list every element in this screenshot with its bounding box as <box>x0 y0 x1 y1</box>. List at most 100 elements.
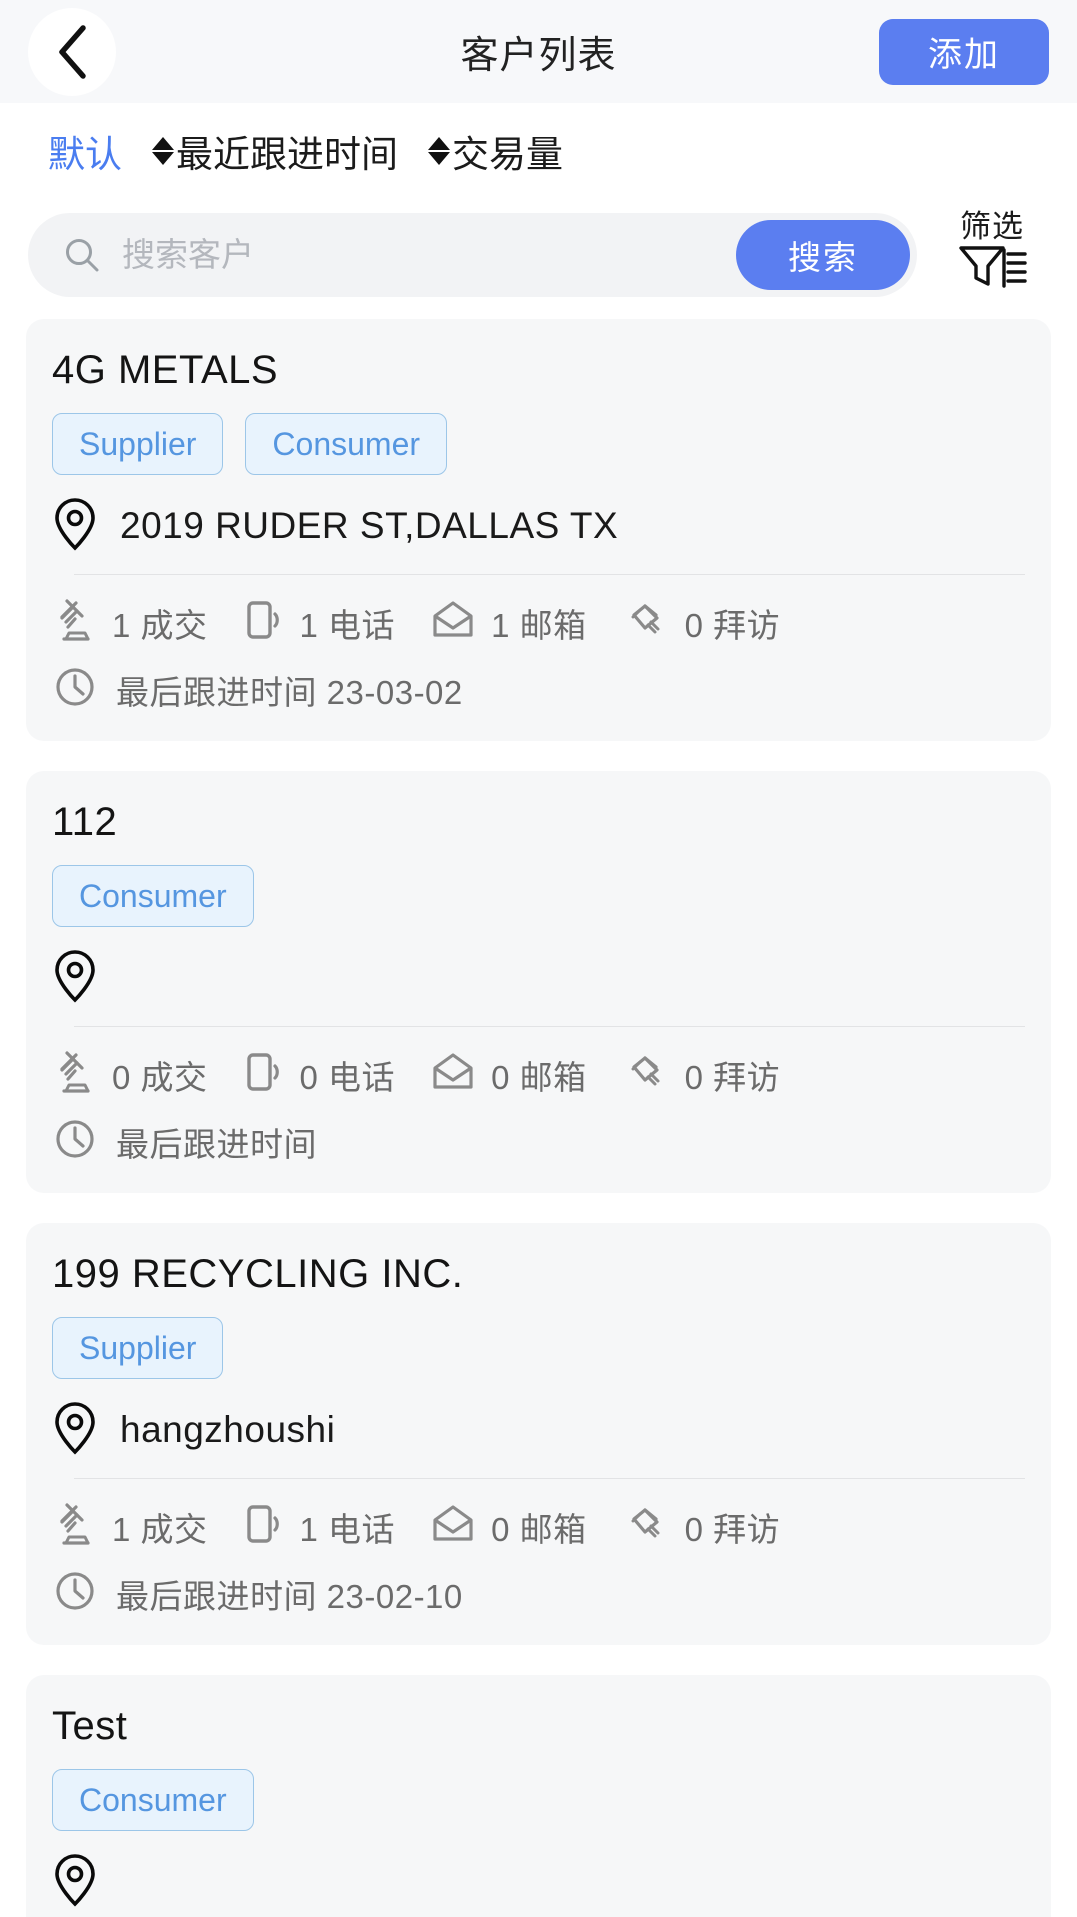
funnel-icon <box>956 240 1028 297</box>
customer-card[interactable]: 4G METALS Supplier Consumer 2019 RUDER S… <box>26 319 1051 741</box>
search-icon <box>62 235 102 275</box>
sort-arrows-icon <box>152 137 174 165</box>
stat-deal-text: 0 成交 <box>112 1058 208 1096</box>
stat-phone: 0 电话 <box>242 1049 396 1100</box>
stat-deal: 0 成交 <box>52 1049 208 1100</box>
customer-card[interactable]: 112 Consumer 0 成交 0 电话 0 邮箱 0 拜访 最后跟进时间 <box>26 771 1051 1193</box>
stat-visit-text: 0 拜访 <box>684 1510 781 1548</box>
search-submit-button[interactable]: 搜索 <box>736 220 910 290</box>
tag-row: Consumer <box>52 1769 1025 1831</box>
tag-row: Supplier <box>52 1317 1025 1379</box>
address-row: 2019 RUDER ST,DALLAS TX <box>52 497 1025 564</box>
customer-tag: Supplier <box>52 413 224 475</box>
stat-visit: 0 拜访 <box>621 1502 781 1551</box>
back-button[interactable] <box>28 7 116 96</box>
customer-tag: Consumer <box>245 413 448 475</box>
phone-icon <box>242 1501 286 1552</box>
stat-visit-text: 0 拜访 <box>684 1058 781 1096</box>
handshake-icon <box>621 1502 671 1551</box>
stat-deal-text: 1 成交 <box>112 1510 208 1548</box>
followup-row: 最后跟进时间 23-03-02 <box>52 654 1025 715</box>
stat-visit-text: 0 拜访 <box>684 606 781 644</box>
customer-address: 2019 RUDER ST,DALLAS TX <box>120 505 619 547</box>
sort-tab-recent-followup[interactable]: 最近跟进时间 <box>152 124 398 178</box>
customer-list-screen: 客户列表 添加 默认 最近跟进时间 交易量 搜索客户 搜索 筛选 4G META… <box>0 0 1077 1917</box>
sort-tab-transaction-volume[interactable]: 交易量 <box>428 124 563 178</box>
customer-tag: Consumer <box>52 1769 254 1831</box>
stat-visit: 0 拜访 <box>621 1050 781 1099</box>
stat-phone-text: 1 电话 <box>299 606 396 644</box>
tag-row: Consumer <box>52 865 1025 927</box>
customer-name: Test <box>52 1704 128 1748</box>
gavel-icon <box>52 1049 98 1100</box>
sort-tab-default-label: 默认 <box>48 134 122 175</box>
sort-arrows-icon <box>428 137 450 165</box>
gavel-icon <box>52 1501 98 1552</box>
customer-name: 199 RECYCLING INC. <box>52 1252 464 1296</box>
stat-email: 0 邮箱 <box>429 1051 587 1099</box>
location-pin-icon <box>52 1401 98 1460</box>
stat-email: 1 邮箱 <box>429 599 587 647</box>
stat-phone: 1 电话 <box>242 1501 396 1552</box>
tag-row: Supplier Consumer <box>52 413 1025 475</box>
stat-phone-text: 1 电话 <box>299 1510 396 1548</box>
address-row <box>52 949 1025 1016</box>
clock-icon <box>52 664 98 715</box>
envelope-icon <box>429 1051 477 1098</box>
stat-email-text: 0 邮箱 <box>491 1510 587 1548</box>
navigation-bar: 客户列表 添加 <box>0 0 1077 103</box>
divider <box>74 574 1025 575</box>
gavel-icon <box>52 597 98 648</box>
stat-email: 0 邮箱 <box>429 1503 587 1551</box>
customer-name: 4G METALS <box>52 348 279 392</box>
clock-icon <box>52 1116 98 1167</box>
location-pin-icon <box>52 1853 98 1912</box>
stats-row: 0 成交 0 电话 0 邮箱 0 拜访 <box>52 1041 1025 1106</box>
stat-email-text: 1 邮箱 <box>491 606 587 644</box>
customer-tag: Consumer <box>52 865 254 927</box>
divider <box>74 1026 1025 1027</box>
stats-row: 1 成交 1 电话 <box>52 1493 1025 1558</box>
divider <box>74 1478 1025 1479</box>
sort-tab-transaction-volume-label: 交易量 <box>452 134 563 175</box>
customer-card[interactable]: Test Consumer <box>26 1675 1051 1917</box>
handshake-icon <box>621 1050 671 1099</box>
filter-button[interactable]: 筛选 <box>933 211 1051 299</box>
followup-text: 最后跟进时间 <box>116 1125 317 1163</box>
stats-row: 1 成交 1 电话 <box>52 589 1025 654</box>
stat-visit: 0 拜访 <box>621 598 781 647</box>
followup-text: 最后跟进时间 23-03-02 <box>116 673 463 711</box>
chevron-left-icon <box>55 24 89 80</box>
address-row <box>52 1853 1025 1917</box>
sort-bar: 默认 最近跟进时间 交易量 <box>0 103 1077 199</box>
followup-text: 最后跟进时间 23-02-10 <box>116 1577 463 1615</box>
search-box[interactable]: 搜索 <box>28 213 917 297</box>
sort-tab-default[interactable]: 默认 <box>48 124 122 178</box>
address-row: hangzhoushi <box>52 1401 1025 1468</box>
location-pin-icon <box>52 497 98 556</box>
customer-address: hangzhoushi <box>120 1409 336 1451</box>
followup-row: 最后跟进时间 23-02-10 <box>52 1558 1025 1619</box>
stat-deal: 1 成交 <box>52 597 208 648</box>
envelope-icon <box>429 1503 477 1550</box>
stat-email-text: 0 邮箱 <box>491 1058 587 1096</box>
clock-icon <box>52 1568 98 1619</box>
stat-phone: 1 电话 <box>242 597 396 648</box>
stat-deal: 1 成交 <box>52 1501 208 1552</box>
customer-tag: Supplier <box>52 1317 224 1379</box>
search-input[interactable] <box>122 236 736 274</box>
handshake-icon <box>621 598 671 647</box>
stat-deal-text: 1 成交 <box>112 606 208 644</box>
customer-name: 112 <box>52 800 118 844</box>
customer-list: 4G METALS Supplier Consumer 2019 RUDER S… <box>0 311 1077 1917</box>
location-pin-icon <box>52 949 98 1008</box>
add-customer-button[interactable]: 添加 <box>879 18 1049 85</box>
followup-row: 最后跟进时间 <box>52 1106 1025 1167</box>
stat-phone-text: 0 电话 <box>299 1058 396 1096</box>
search-row: 搜索 筛选 <box>0 199 1077 311</box>
sort-tab-recent-followup-label: 最近跟进时间 <box>176 134 398 175</box>
envelope-icon <box>429 599 477 646</box>
customer-card[interactable]: 199 RECYCLING INC. Supplier hangzhoushi <box>26 1223 1051 1645</box>
phone-icon <box>242 597 286 648</box>
phone-icon <box>242 1049 286 1100</box>
